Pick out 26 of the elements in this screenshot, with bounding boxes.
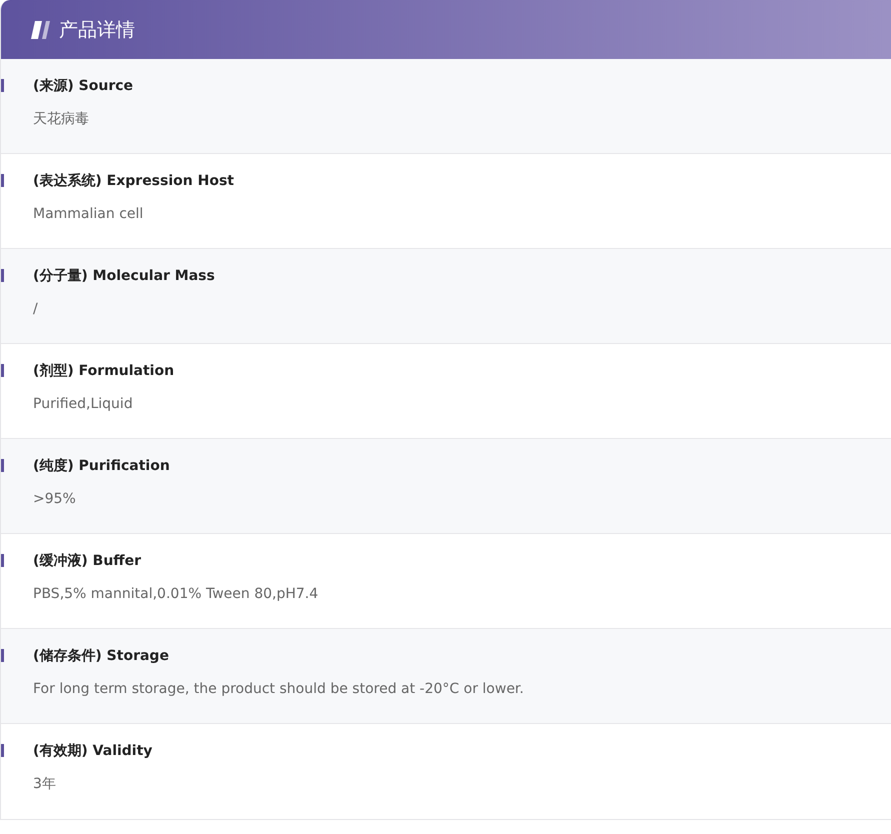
header-title: 产品详情 — [59, 18, 135, 42]
field-label: (分子量) Molecular Mass — [33, 268, 216, 284]
field-label: (剂型) Formulation — [33, 363, 176, 379]
field-label: (来源) Source — [33, 78, 134, 94]
row-marker — [1, 744, 4, 757]
row-marker — [1, 364, 4, 377]
row-marker — [1, 174, 4, 187]
row-marker — [1, 554, 4, 567]
field-value: Purified,Liquid — [33, 396, 134, 412]
field-value: 天花病毒 — [33, 111, 90, 127]
field-label: (缓冲液) Buffer — [33, 553, 142, 569]
field-value: PBS,5% mannital,0.01% Tween 80,pH7.4 — [33, 586, 320, 602]
field-value: Mammalian cell — [33, 206, 144, 222]
row-marker — [1, 79, 4, 92]
row-marker — [1, 269, 4, 282]
row-marker — [1, 459, 4, 472]
field-label: (表达系统) Expression Host — [33, 173, 235, 189]
field-label: (有效期) Validity — [33, 743, 154, 759]
field-value: 3年 — [33, 776, 57, 792]
row-marker — [1, 649, 4, 662]
field-value: >95% — [33, 491, 77, 507]
field-label: (储存条件) Storage — [33, 648, 170, 664]
slash-icon — [31, 20, 53, 38]
field-value: For long term storage, the product should be stored at -20°C or lower. — [33, 681, 525, 697]
field-label: (纯度) Purification — [33, 458, 171, 474]
field-value: / — [33, 301, 39, 317]
